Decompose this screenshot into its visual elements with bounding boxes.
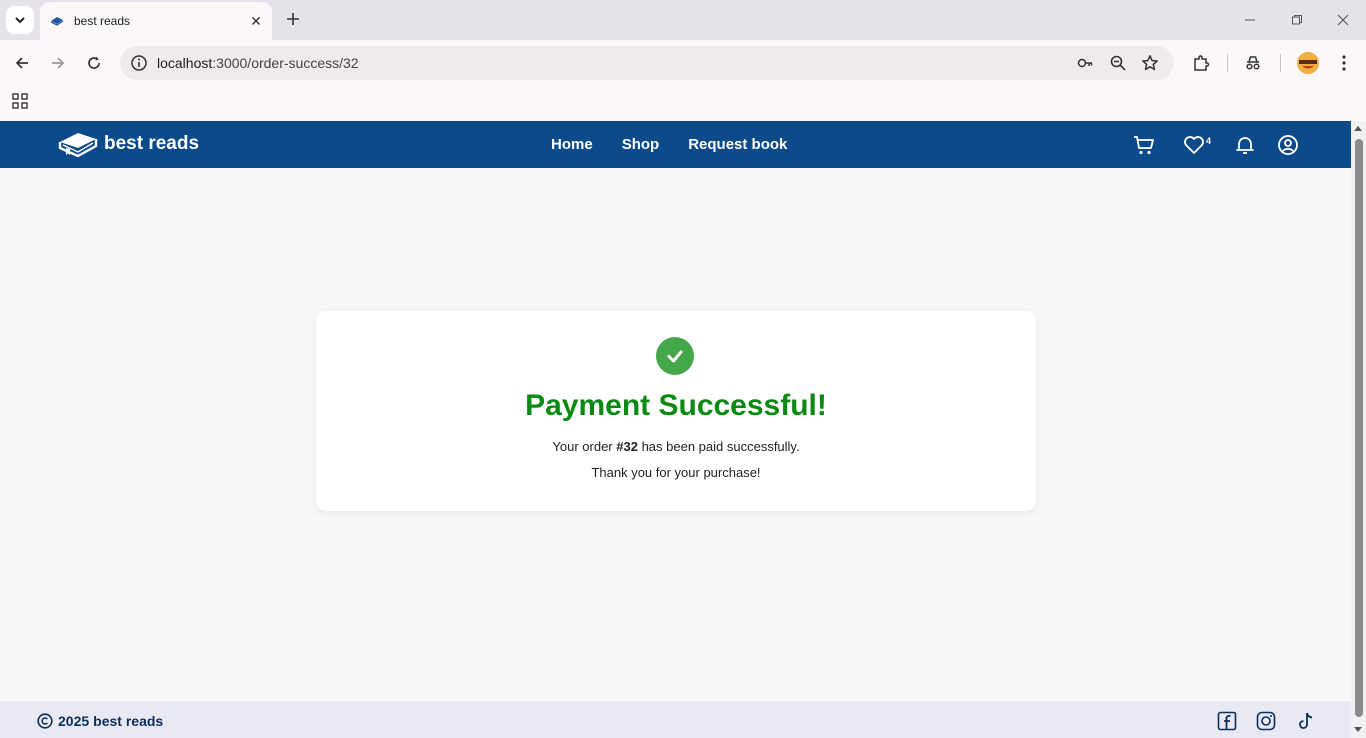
browser-toolbar: localhost:3000/order-success/32 [0,40,1366,86]
reload-button[interactable] [82,51,106,75]
back-icon [15,57,28,69]
footer-site-name: best reads [93,713,164,729]
address-bar[interactable]: localhost:3000/order-success/32 [120,46,1174,80]
extensions-button[interactable] [1190,52,1212,74]
tiktok-icon[interactable] [1296,711,1316,731]
restore-icon [1292,15,1302,25]
plus-icon [287,13,299,25]
thank-you-message: Thank you for your purchase! [591,465,761,480]
incognito-icon [1246,56,1260,70]
url-text: localhost:3000/order-success/32 [157,55,359,71]
cart-icon[interactable] [1132,133,1156,157]
payment-success-card: Payment Successful! Your order #32 has b… [316,311,1036,511]
url-host: localhost [157,55,213,71]
user-icon[interactable] [1276,133,1300,157]
order-id: #32 [616,439,638,454]
wishlist-count-badge: 4 [1206,136,1212,146]
toolbar-separator [1227,54,1228,72]
scroll-up-arrow[interactable] [1354,126,1362,131]
check-icon [667,350,683,363]
reload-icon [88,56,100,69]
order-message-suffix: has been paid successfully. [637,439,800,454]
restore-button[interactable] [1287,10,1307,30]
extensions-icon [1194,55,1210,71]
bell-icon[interactable] [1233,133,1257,157]
success-badge [656,337,694,375]
scroll-thumb[interactable] [1355,139,1363,717]
site-info-icon[interactable] [130,54,148,72]
heart-icon[interactable] [1182,133,1206,157]
tab-title: best reads [74,14,131,28]
incognito-button[interactable] [1242,52,1264,74]
profile-avatar[interactable] [1297,52,1319,74]
star-icon[interactable] [1141,54,1159,72]
minimize-button[interactable] [1240,10,1260,30]
brand-link[interactable]: best reads [58,130,199,158]
key-icon[interactable] [1076,54,1094,72]
zoom-icon[interactable] [1109,54,1127,72]
bookmarks-bar [0,86,1366,121]
favicon-icon [50,14,64,28]
menu-icon [1342,55,1346,71]
order-message: Your order #32 has been paid successfull… [316,439,1036,454]
close-tab-icon[interactable]: ✕ [246,11,266,31]
copyright-year: 2025 [58,713,90,729]
active-tab[interactable]: best reads ✕ [40,2,272,40]
chevron-down-icon [15,17,25,24]
browser-menu-button[interactable] [1333,52,1355,74]
scroll-down-arrow[interactable] [1354,727,1362,732]
back-button[interactable] [10,51,34,75]
minimize-icon [1245,19,1255,21]
new-tab-button[interactable] [282,8,304,30]
close-icon [1337,14,1349,26]
page-scrollbar[interactable] [1351,121,1366,738]
forward-button[interactable] [46,51,70,75]
apps-icon[interactable] [11,92,29,110]
book-logo-icon [58,133,98,158]
nav-request-book[interactable]: Request book [688,136,787,153]
site-navbar: best reads Home Shop Request book 4 [0,121,1351,168]
nav-shop[interactable]: Shop [622,136,660,153]
close-window-button[interactable] [1333,10,1353,30]
success-title: Payment Successful! [525,389,827,422]
nav-home[interactable]: Home [551,136,593,153]
toolbar-separator [1280,54,1281,72]
main-nav: Home Shop Request book [551,136,816,153]
site-footer: 2025 best reads [0,701,1351,738]
copyright: 2025 best reads [37,713,163,729]
page-viewport: best reads Home Shop Request book 4 Paym… [0,121,1351,738]
instagram-icon[interactable] [1256,711,1276,731]
order-message-prefix: Your order [552,439,617,454]
facebook-icon[interactable] [1217,711,1237,731]
brand-name: best reads [104,133,200,154]
tab-bar: best reads ✕ [0,0,1366,40]
copyright-icon [37,713,53,729]
tab-list-button[interactable] [6,6,34,34]
forward-icon [52,57,65,69]
url-path: :3000/order-success/32 [212,55,359,71]
